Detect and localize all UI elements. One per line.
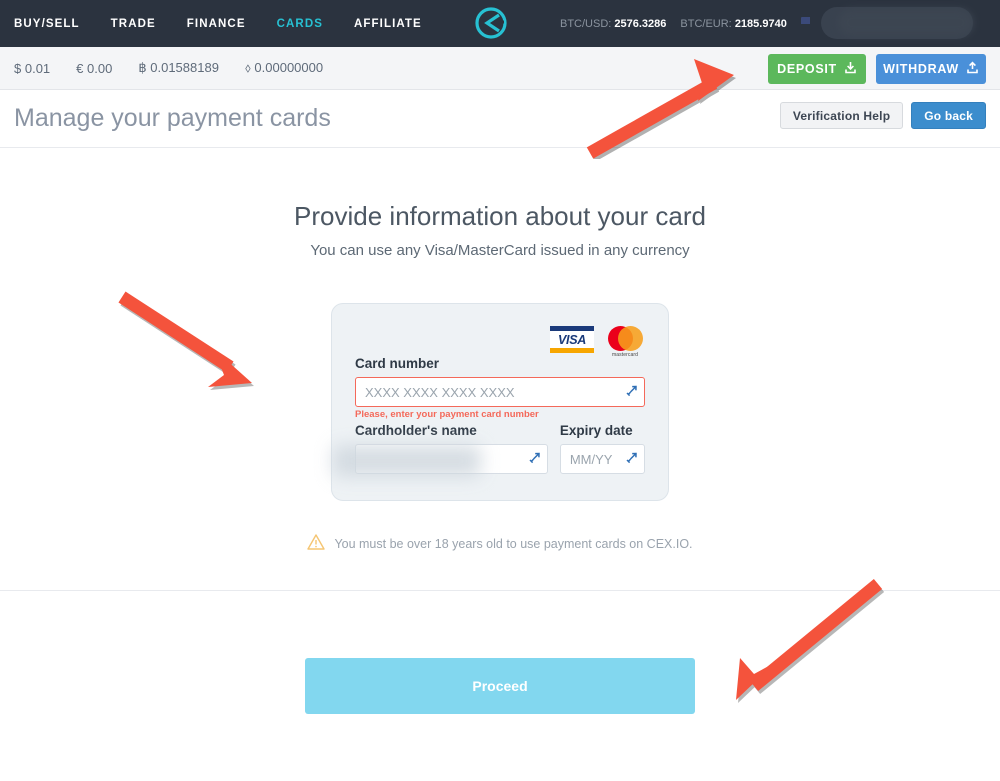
- withdraw-button-label: WITHDRAW: [883, 62, 959, 76]
- cardholder-name-label: Cardholder's name: [355, 423, 477, 438]
- balance-btc: ฿ 0.01588189: [138, 60, 219, 76]
- download-icon: [844, 61, 857, 77]
- age-warning-text: You must be over 18 years old to use pay…: [334, 536, 693, 551]
- cardholder-name-field: Cardholder's name: [333, 423, 548, 477]
- balance-usd-symbol: $: [14, 60, 22, 76]
- card-number-error-message: Please, enter your payment card number: [355, 409, 539, 420]
- nav-item-buy-sell[interactable]: BUY/SELL: [14, 18, 80, 30]
- nav-item-trade[interactable]: TRADE: [111, 18, 156, 30]
- verification-help-button[interactable]: Verification Help: [779, 102, 904, 129]
- balance-usd: $ 0.01: [14, 61, 50, 76]
- balance-btc-amount: 0.01588189: [150, 60, 219, 75]
- card-number-field: [355, 377, 645, 407]
- balance-eur-amount: 0.00: [87, 60, 113, 76]
- balance-list: $ 0.01 € 0.00 ฿ 0.01588189 ⬨ 0.00000000: [14, 60, 323, 76]
- card-number-input[interactable]: [355, 377, 645, 407]
- nav-item-affiliate[interactable]: AFFILIATE: [354, 18, 422, 30]
- ticker-btc-eur-value: 2185.9740: [734, 17, 787, 30]
- warning-triangle-icon: [307, 533, 326, 554]
- ticker-btc-usd-value: 2576.3286: [614, 17, 667, 30]
- expiry-date-input[interactable]: [559, 444, 645, 474]
- ticker-btc-eur-label: BTC/EUR:: [680, 17, 732, 30]
- balance-bar: $ 0.01 € 0.00 ฿ 0.01588189 ⬨ 0.00000000 …: [0, 47, 1000, 90]
- card-brand-logos: VISA mastercard: [355, 326, 645, 358]
- page-title-actions: Verification Help Go back: [779, 102, 986, 129]
- deposit-button[interactable]: DEPOSIT: [768, 54, 866, 84]
- search-input[interactable]: [821, 7, 973, 39]
- age-warning: You must be over 18 years old to use pay…: [0, 533, 1000, 590]
- balance-usd-amount: 0.01: [24, 60, 51, 76]
- card-form-second-row: Cardholder's name Expiry date: [333, 423, 645, 477]
- page-title: Manage your payment cards: [14, 104, 331, 132]
- mastercard-yellow-circle: [618, 326, 643, 351]
- card-number-label: Card number: [355, 356, 440, 371]
- balance-eur: € 0.00: [76, 61, 112, 76]
- cardholder-name-input-wrap: [355, 444, 548, 474]
- form-heading-block: Provide information about your card You …: [0, 148, 1000, 259]
- go-back-button[interactable]: Go back: [911, 102, 986, 129]
- primary-nav: BUY/SELL TRADE FINANCE CARDS AFFILIATE: [14, 18, 422, 30]
- cex-io-logo-icon[interactable]: [474, 6, 508, 40]
- ticker-btc-usd-label: BTC/USD:: [560, 17, 612, 30]
- expiry-date-input-wrap: [559, 444, 645, 474]
- page-title-bar: Manage your payment cards Verification H…: [0, 90, 1000, 148]
- withdraw-button[interactable]: WITHDRAW: [876, 54, 986, 84]
- nav-item-cards[interactable]: CARDS: [277, 18, 323, 30]
- proceed-button[interactable]: Proceed: [305, 658, 695, 714]
- balance-eth-amount: 0.00000000: [254, 60, 324, 75]
- mastercard-logo-icon: mastercard: [605, 326, 645, 358]
- ticker-btc-eur: BTC/EUR: 2185.9740: [680, 18, 786, 30]
- form-heading: Provide information about your card: [294, 201, 706, 231]
- upload-icon: [966, 61, 979, 77]
- mastercard-logo-text: mastercard: [611, 352, 638, 358]
- proceed-button-row: Proceed: [0, 591, 1000, 714]
- balance-actions: DEPOSIT WITHDRAW: [768, 54, 986, 84]
- main-content: Provide information about your card You …: [0, 148, 1000, 714]
- mastercard-circles: [605, 326, 645, 351]
- balance-eth: ⬨ 0.00000000: [245, 60, 323, 76]
- nav-item-finance[interactable]: FINANCE: [187, 18, 246, 30]
- visa-logo-text: VISA: [558, 332, 586, 347]
- cardholder-name-input[interactable]: [355, 444, 548, 474]
- deposit-button-label: DEPOSIT: [777, 62, 837, 76]
- balance-eth-symbol: ⬨: [244, 60, 251, 75]
- expiry-date-field: Expiry date: [559, 423, 645, 474]
- visa-logo-icon: VISA: [550, 326, 594, 353]
- balance-eur-symbol: €: [76, 60, 84, 76]
- page-root: BUY/SELL TRADE FINANCE CARDS AFFILIATE B…: [0, 0, 1000, 781]
- form-subheading: You can use any Visa/MasterCard issued i…: [310, 242, 690, 259]
- us-flag-icon: [800, 17, 821, 30]
- payment-card-form: VISA mastercard Card number XXXX XXXX XX…: [331, 303, 669, 501]
- top-navigation-bar: BUY/SELL TRADE FINANCE CARDS AFFILIATE B…: [0, 0, 1000, 47]
- expiry-date-label: Expiry date: [559, 423, 633, 438]
- ticker-btc-usd: BTC/USD: 2576.3286: [560, 18, 666, 30]
- balance-btc-symbol: ฿: [138, 60, 147, 75]
